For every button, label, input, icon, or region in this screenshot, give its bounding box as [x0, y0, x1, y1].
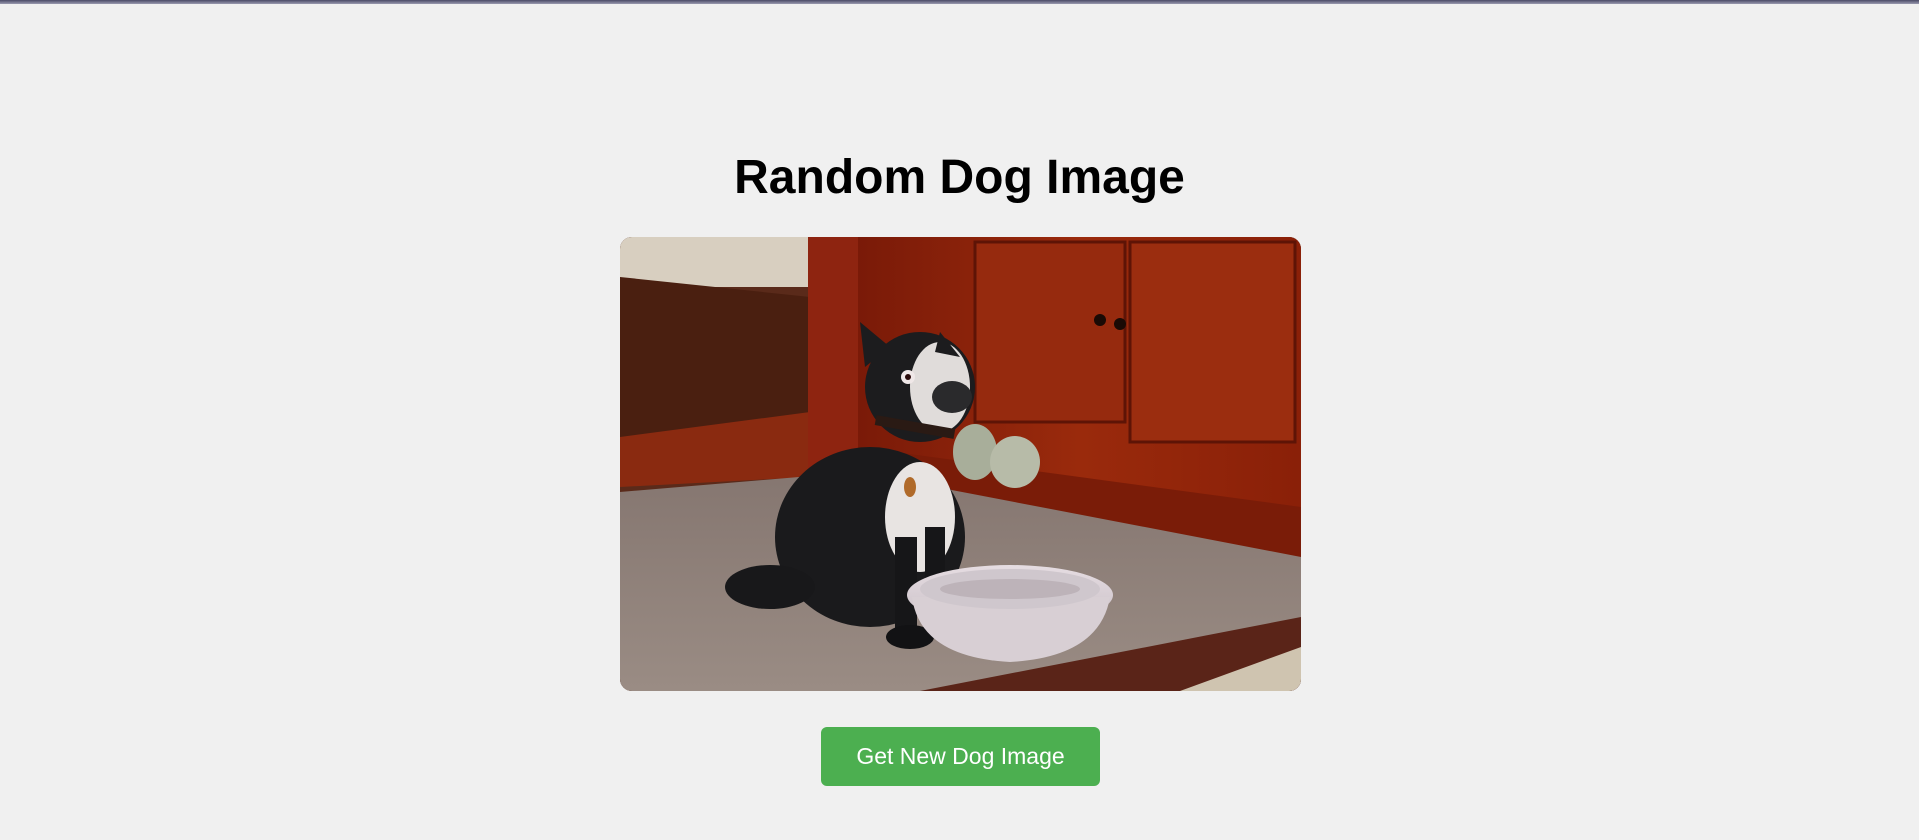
page: Random Dog Image Get New Dog Image — [0, 0, 1919, 840]
dog-image — [620, 237, 1301, 691]
get-new-dog-image-button[interactable]: Get New Dog Image — [821, 727, 1100, 786]
dog-photo-icon — [620, 237, 1301, 691]
page-title: Random Dog Image — [734, 151, 1185, 204]
